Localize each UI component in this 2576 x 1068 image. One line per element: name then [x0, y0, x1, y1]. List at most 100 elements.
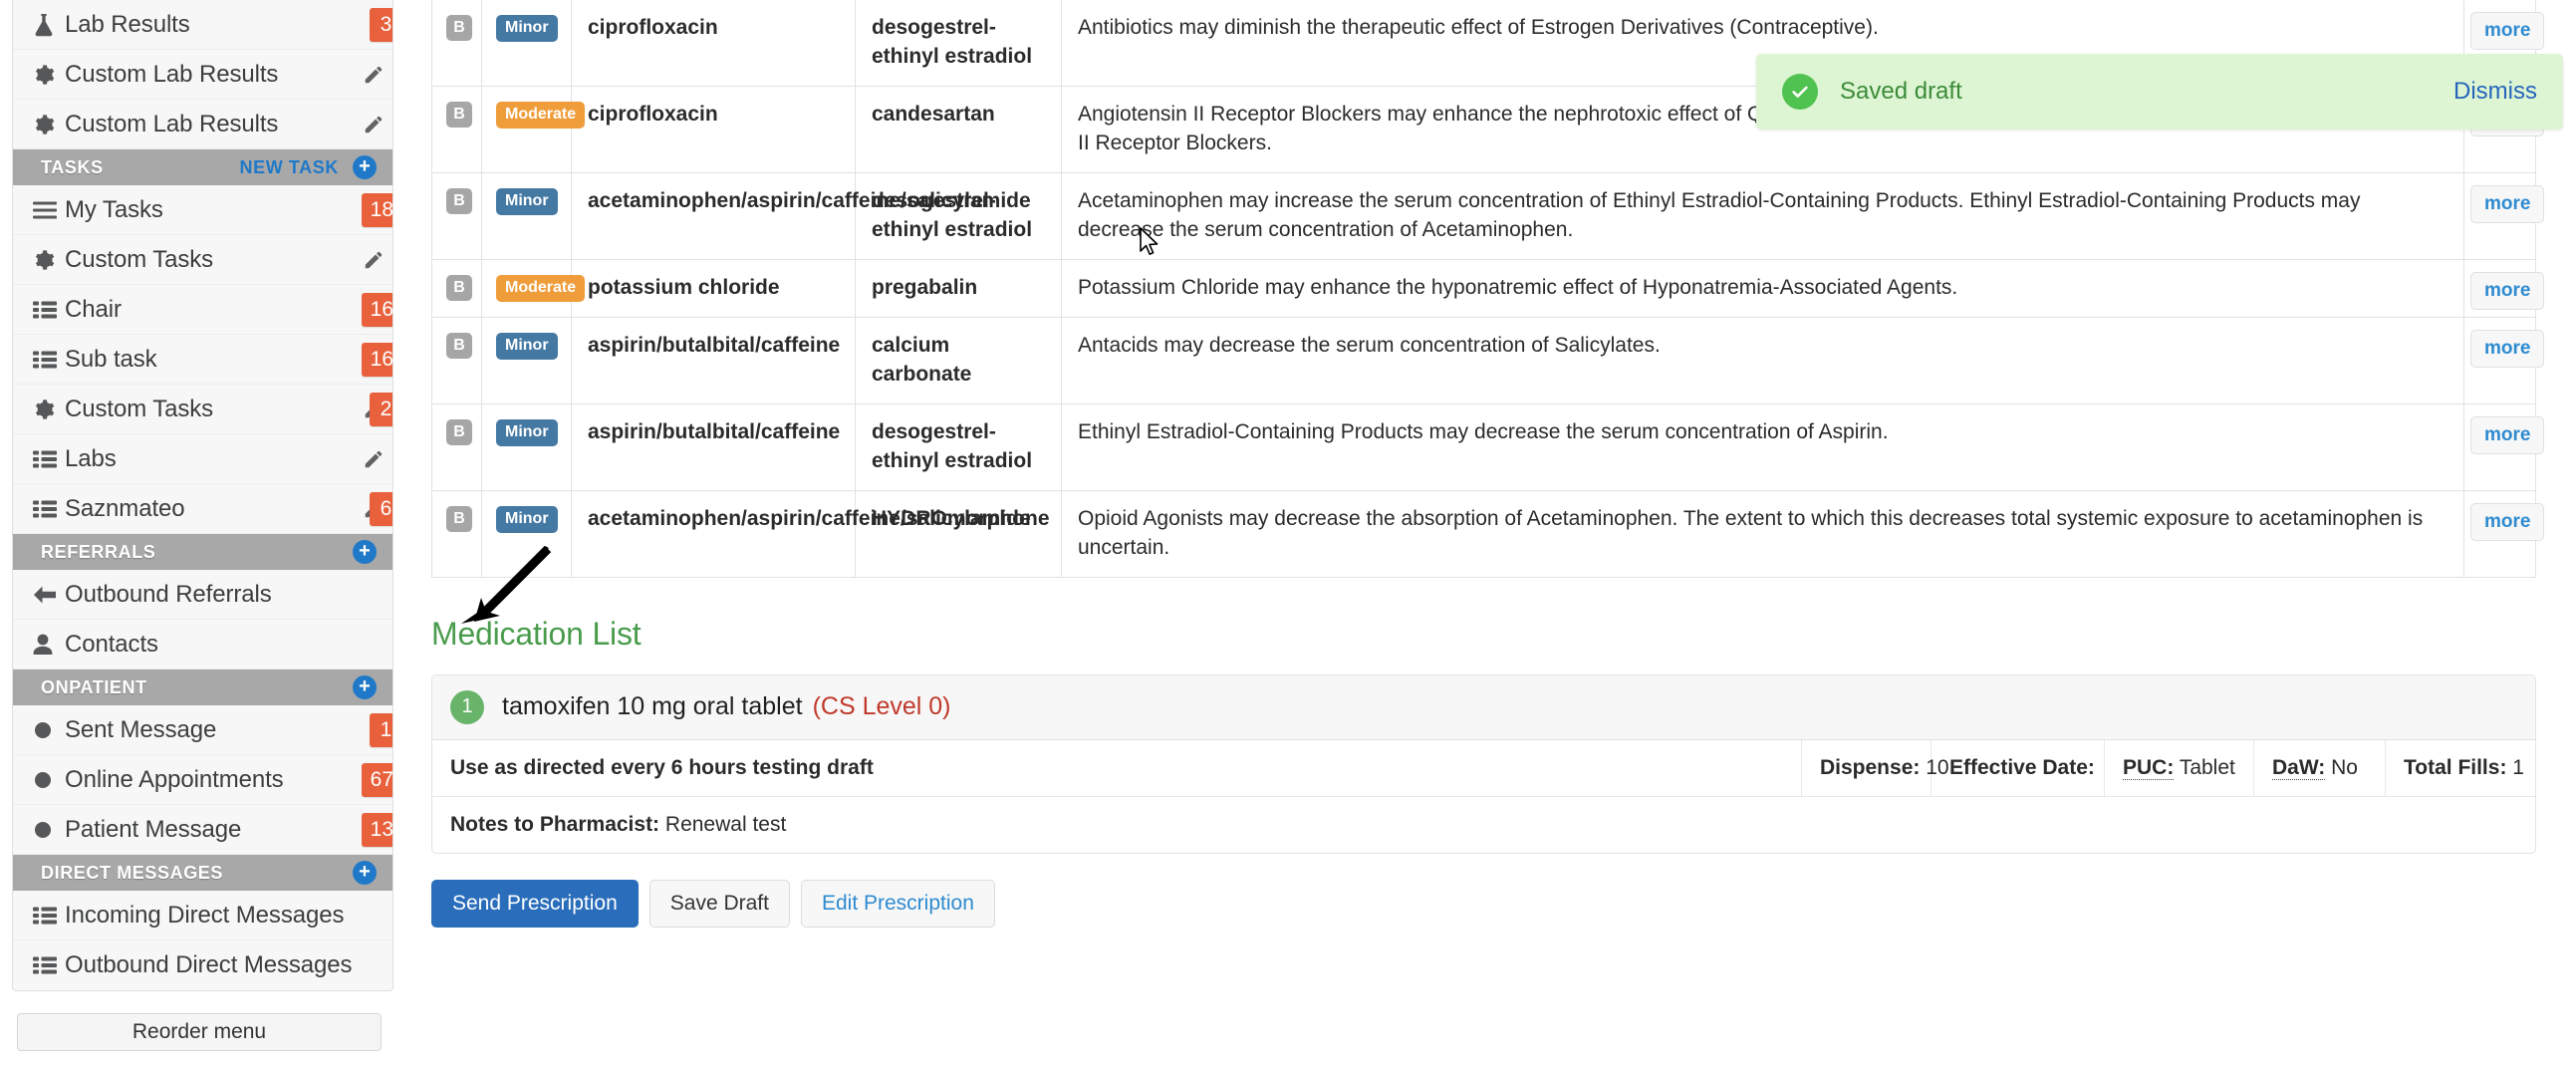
- interaction-drug1-cell: ciprofloxacin: [571, 0, 856, 87]
- sidebar-item-labs[interactable]: Labs: [13, 434, 392, 484]
- sidebar-item-contacts[interactable]: Contacts: [13, 620, 392, 669]
- sidebar-item-label: Chair: [65, 295, 122, 323]
- more-button[interactable]: more: [2470, 329, 2545, 368]
- interaction-description: Opioid Agonists may decrease the absorpt…: [1078, 506, 2424, 559]
- drug2-name: calcium carbonate: [872, 333, 972, 386]
- interaction-drug1-cell: aspirin/butalbital/caffeine: [571, 402, 856, 491]
- toast-message: Saved draft: [1840, 78, 1962, 105]
- person-icon: [33, 634, 65, 656]
- sidebar-item-chair[interactable]: Chair 16: [13, 285, 392, 335]
- sidebar-item-outbound-direct-messages[interactable]: Outbound Direct Messages: [13, 940, 392, 990]
- save-draft-button[interactable]: Save Draft: [648, 879, 790, 928]
- sidebar-item-label: Outbound Direct Messages: [65, 951, 353, 978]
- daw-value: No: [2331, 755, 2358, 779]
- sidebar-item-sub-task[interactable]: Sub task 16: [13, 335, 392, 385]
- reorder-menu-button[interactable]: Reorder menu: [17, 1013, 382, 1051]
- plus-circle-icon[interactable]: +: [353, 861, 377, 885]
- interaction-more-cell: more: [2463, 402, 2545, 491]
- interaction-description-cell: Opioid Agonists may decrease the absorpt…: [1061, 489, 2464, 578]
- plus-circle-icon[interactable]: +: [353, 540, 377, 564]
- list-lines-icon: [33, 201, 65, 219]
- sidebar-item-label: Online Appointments: [65, 765, 284, 793]
- effective-date-label: Effective Date:: [1949, 755, 2095, 779]
- drug1-name: aspirin/butalbital/caffeine: [588, 419, 841, 443]
- section-title: TASKS: [41, 156, 104, 177]
- interaction-more-cell: more: [2463, 316, 2545, 404]
- severity-badge: Minor: [496, 505, 558, 533]
- sidebar-item-incoming-direct-messages[interactable]: Incoming Direct Messages: [13, 891, 392, 940]
- more-button[interactable]: more: [2470, 12, 2545, 50]
- medication-dispense: Dispense: 10: [1802, 739, 1949, 796]
- sidebar-item-patient-message[interactable]: Patient Message 13: [13, 805, 392, 855]
- total-fills-value: 1: [2512, 755, 2524, 779]
- sidebar-item-online-appointments[interactable]: Online Appointments 67: [13, 755, 392, 805]
- interaction-flag-cell: B: [431, 85, 482, 173]
- sidebar-item-custom-lab-results[interactable]: Custom Lab Results: [13, 100, 392, 149]
- section-title: DIRECT MESSAGES: [41, 862, 224, 883]
- more-button[interactable]: more: [2470, 271, 2545, 310]
- daw-label: DaW:: [2272, 755, 2326, 780]
- plus-circle-icon[interactable]: +: [353, 155, 377, 179]
- sidebar-item-saznmateo[interactable]: Saznmateo 6: [13, 484, 392, 534]
- sidebar-item-label: Sent Message: [65, 715, 217, 743]
- interaction-description-cell: Antacids may decrease the serum concentr…: [1061, 316, 2464, 404]
- medication-number-badge: 1: [450, 689, 484, 724]
- edit-prescription-button[interactable]: Edit Prescription: [800, 879, 995, 928]
- more-button[interactable]: more: [2470, 415, 2545, 454]
- edit-pencil-icon[interactable]: [355, 448, 392, 470]
- edit-pencil-icon[interactable]: [355, 114, 392, 135]
- table-row: B Moderate potassium chloride pregabalin Pot…: [431, 258, 2545, 318]
- drug1-name: aspirin/butalbital/caffeine: [588, 333, 841, 357]
- circle-dot-icon: [33, 770, 65, 790]
- drug1-name: potassium chloride: [588, 275, 780, 299]
- more-button[interactable]: more: [2470, 502, 2545, 541]
- sidebar-item-sent-message[interactable]: Sent Message 1: [13, 705, 392, 755]
- arrow-left-icon: [33, 585, 65, 605]
- drug2-name: pregabalin: [872, 275, 978, 299]
- puc-value: Tablet: [2179, 755, 2235, 779]
- toast-dismiss-link[interactable]: Dismiss: [2453, 78, 2537, 106]
- section-title: ONPATIENT: [41, 676, 147, 697]
- severity-badge: Minor: [496, 418, 558, 446]
- section-action-link[interactable]: NEW TASK: [240, 157, 339, 178]
- drug1-name: ciprofloxacin: [588, 102, 718, 126]
- flask-icon: [33, 13, 65, 37]
- sidebar-item-custom-tasks[interactable]: Custom Tasks 2: [13, 385, 392, 434]
- interaction-drug1-cell: ciprofloxacin: [571, 85, 856, 173]
- puc-label: PUC:: [2123, 755, 2175, 780]
- table-row: B Minor acetaminophen/aspirin/caffeine/sal…: [431, 171, 2545, 260]
- sidebar-item-outbound-referrals[interactable]: Outbound Referrals: [13, 570, 392, 620]
- sidebar-menu: Lab Results 3 Custom Lab Results Custom Lab…: [12, 0, 393, 991]
- sidebar-item-label: Saznmateo: [65, 494, 185, 522]
- sidebar-item-custom-lab-results[interactable]: Custom Lab Results: [13, 50, 392, 100]
- severity-badge: Moderate: [496, 101, 586, 129]
- sidebar-item-label: Custom Tasks: [65, 245, 214, 273]
- more-button[interactable]: more: [2470, 184, 2545, 223]
- sidebar-item-my-tasks[interactable]: My Tasks 18: [13, 185, 392, 235]
- medication-detail-row: Use as directed every 6 hours testing dr…: [432, 739, 2535, 797]
- interaction-drug1-cell: acetaminophen/aspirin/caffeine/salicylam…: [571, 489, 1031, 578]
- interaction-drug2-cell: calcium carbonate: [855, 316, 1062, 404]
- list-bullets-icon: [33, 956, 65, 974]
- medication-puc: PUC: Tablet: [2105, 739, 2254, 796]
- notes-value: Renewal test: [664, 812, 787, 836]
- medication-notes: Notes to Pharmacist: Renewal test: [432, 797, 2535, 853]
- medication-header: 1 tamoxifen 10 mg oral tablet (CS Level …: [432, 674, 2535, 740]
- medication-effective-date: Effective Date:: [1932, 739, 2105, 796]
- send-prescription-button[interactable]: Send Prescription: [431, 879, 639, 928]
- sidebar-item-label: My Tasks: [65, 195, 163, 223]
- success-check-icon: [1782, 74, 1818, 110]
- sidebar-item-custom-tasks[interactable]: Custom Tasks: [13, 235, 392, 285]
- gear-icon: [33, 64, 65, 86]
- edit-pencil-icon[interactable]: [355, 249, 392, 271]
- sidebar-item-lab-results[interactable]: Lab Results 3: [13, 0, 392, 50]
- sidebar-item-label: Custom Lab Results: [65, 110, 279, 137]
- sidebar-item-label: Sub task: [65, 345, 157, 373]
- sidebar-item-badge: 1: [370, 712, 392, 747]
- plus-circle-icon[interactable]: +: [353, 675, 377, 699]
- sidebar-section-onpatient: ONPATIENT +: [13, 669, 392, 705]
- sidebar-item-badge: 13: [361, 812, 392, 847]
- sidebar-item-label: Incoming Direct Messages: [65, 901, 345, 929]
- sidebar-item-label: Patient Message: [65, 815, 242, 843]
- edit-pencil-icon[interactable]: [355, 64, 392, 86]
